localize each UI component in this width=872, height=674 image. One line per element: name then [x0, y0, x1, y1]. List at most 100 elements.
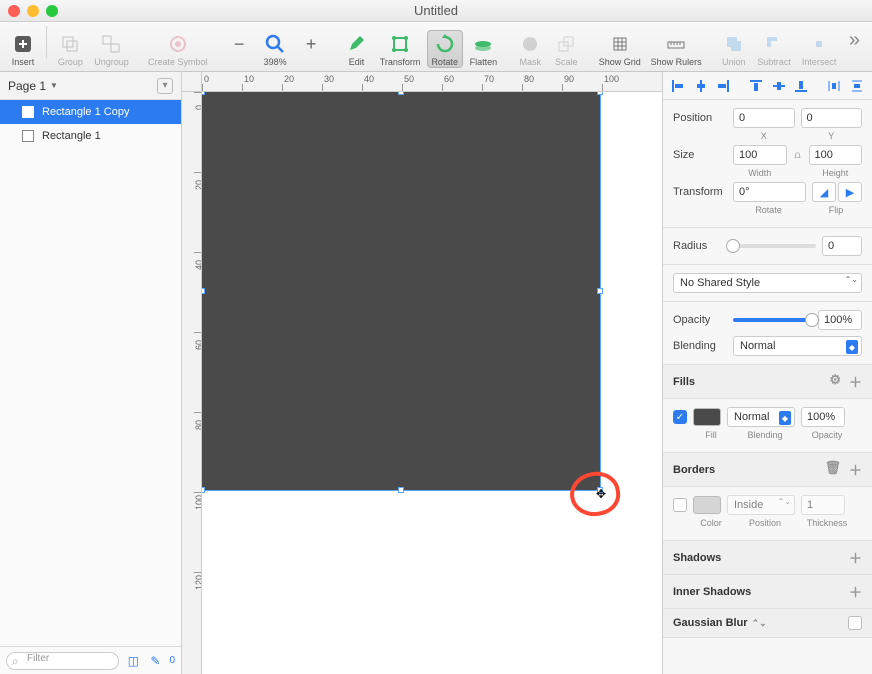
rotate-input[interactable]: 0°	[733, 182, 806, 202]
rulers-icon	[664, 32, 688, 56]
scale-icon	[554, 32, 578, 56]
mask-button[interactable]: Mask	[513, 30, 547, 68]
subtract-button[interactable]: Subtract	[753, 30, 796, 68]
position-y-input[interactable]: 0	[801, 108, 863, 128]
align-bottom-button[interactable]	[792, 78, 810, 94]
align-left-button[interactable]	[669, 78, 687, 94]
position-label: Position	[673, 112, 727, 124]
union-button[interactable]: Union	[717, 30, 751, 68]
shared-style-select[interactable]: No Shared Style	[673, 273, 862, 293]
border-thickness-input[interactable]: 1	[801, 495, 845, 515]
canvas[interactable]: ✥	[202, 92, 662, 674]
group-button[interactable]: Group	[53, 30, 88, 68]
slice-icon[interactable]: ✎	[147, 654, 163, 668]
group-icon	[58, 32, 82, 56]
align-hcenter-button[interactable]	[692, 78, 710, 94]
insert-button[interactable]: Insert	[6, 30, 40, 68]
border-position-select[interactable]: Inside	[727, 495, 795, 515]
blending-select[interactable]: Normal	[733, 336, 862, 356]
add-inner-shadow-button[interactable]: ＋	[849, 582, 862, 601]
ruler-origin[interactable]	[182, 72, 202, 92]
filter-input[interactable]: Filter	[6, 652, 119, 670]
fill-opacity-input[interactable]: 100%	[801, 407, 845, 427]
add-fill-button[interactable]: ＋	[849, 372, 862, 391]
gear-icon[interactable]: ⚙	[829, 372, 841, 391]
rotate-icon	[433, 32, 457, 56]
ungroup-button[interactable]: Ungroup	[90, 30, 134, 68]
inspector-panel: Position 0 0 XY Size 100 ⩍ 100 WidthHeig…	[662, 72, 872, 674]
layer-list: Rectangle 1 Copy Rectangle 1	[0, 100, 181, 646]
fill-blend-select[interactable]: Normal	[727, 407, 795, 427]
rectangle-icon	[22, 106, 34, 118]
width-input[interactable]: 100	[733, 145, 787, 165]
resize-handle-e[interactable]	[597, 288, 603, 294]
distribute-h-button[interactable]	[825, 78, 843, 94]
opacity-slider[interactable]	[733, 318, 812, 322]
pages-icon[interactable]: ◫	[125, 654, 141, 668]
distribute-v-button[interactable]	[848, 78, 866, 94]
layer-item[interactable]: Rectangle 1	[0, 124, 181, 148]
add-border-button[interactable]: ＋	[849, 460, 862, 479]
radius-input[interactable]: 0	[822, 236, 862, 256]
fill-color-chip[interactable]	[693, 408, 721, 426]
page-selector[interactable]: Page 1 ▼ ▾	[0, 72, 181, 100]
align-right-button[interactable]	[714, 78, 732, 94]
toolbar: Insert Group Ungroup Create Symbol − 398…	[0, 22, 872, 72]
flip-h-button[interactable]: ◢	[812, 182, 836, 202]
grid-icon	[608, 32, 632, 56]
lock-aspect-button[interactable]: ⩍	[793, 150, 803, 161]
show-grid-button[interactable]: Show Grid	[595, 30, 645, 68]
opacity-input[interactable]: 100%	[818, 310, 862, 330]
layer-name: Rectangle 1	[42, 130, 101, 142]
align-vcenter-button[interactable]	[770, 78, 788, 94]
rotate-button[interactable]: Rotate	[427, 30, 463, 68]
ungroup-icon	[99, 32, 123, 56]
blur-header[interactable]: Gaussian Blur⌃⌄	[663, 609, 872, 638]
artboard-toggle-button[interactable]: ▾	[157, 78, 173, 94]
layer-item[interactable]: Rectangle 1 Copy	[0, 100, 181, 124]
show-rulers-button[interactable]: Show Rulers	[647, 30, 706, 68]
align-top-button[interactable]	[747, 78, 765, 94]
rectangle-icon	[22, 130, 34, 142]
blending-label: Blending	[673, 340, 727, 352]
height-input[interactable]: 100	[809, 145, 863, 165]
layer-name: Rectangle 1 Copy	[42, 106, 129, 118]
position-x-input[interactable]: 0	[733, 108, 795, 128]
border-color-chip[interactable]	[693, 496, 721, 514]
intersect-button[interactable]: Intersect	[797, 30, 841, 68]
size-label: Size	[673, 149, 727, 161]
blur-enabled-checkbox[interactable]	[848, 616, 862, 630]
flatten-button[interactable]: Flatten	[465, 30, 502, 68]
opacity-label: Opacity	[673, 314, 727, 326]
border-enabled-checkbox[interactable]	[673, 498, 687, 512]
trash-icon[interactable]: 🗑	[824, 460, 841, 479]
transform-button[interactable]: Transform	[375, 30, 424, 68]
mask-icon	[518, 32, 542, 56]
inner-shadows-header[interactable]: Inner Shadows＋	[663, 575, 872, 609]
scale-button[interactable]: Scale	[549, 30, 583, 68]
radius-slider[interactable]	[733, 244, 816, 248]
add-shadow-button[interactable]: ＋	[849, 548, 862, 567]
page-label: Page 1	[8, 79, 46, 93]
zoom-in-button[interactable]: +	[294, 30, 328, 68]
zoom-out-button[interactable]: −	[222, 30, 256, 68]
ruler-horizontal[interactable]: 0102030405060708090100	[202, 72, 662, 92]
plus-icon	[11, 32, 35, 56]
shadows-header[interactable]: Shadows＋	[663, 541, 872, 575]
edit-button[interactable]: Edit	[339, 30, 373, 68]
toolbar-overflow-button[interactable]: »	[843, 29, 866, 52]
fills-header: Fills⚙＋	[663, 365, 872, 399]
window-title: Untitled	[0, 3, 872, 18]
flip-v-button[interactable]: ▶	[838, 182, 862, 202]
ruler-vertical[interactable]: 020406080100120	[182, 92, 202, 674]
zoom-tool[interactable]: 398%	[258, 30, 292, 68]
canvas-area[interactable]: 0102030405060708090100 020406080100120 ✥	[182, 72, 662, 674]
resize-handle-s[interactable]	[398, 487, 404, 493]
fill-enabled-checkbox[interactable]: ✓	[673, 410, 687, 424]
rotate-cursor-icon: ✥	[596, 487, 606, 501]
subtract-icon	[762, 32, 786, 56]
align-bar	[663, 72, 872, 100]
layer-count: 0	[169, 655, 175, 666]
magnifier-icon	[263, 32, 287, 56]
create-symbol-button[interactable]: Create Symbol	[145, 30, 211, 68]
